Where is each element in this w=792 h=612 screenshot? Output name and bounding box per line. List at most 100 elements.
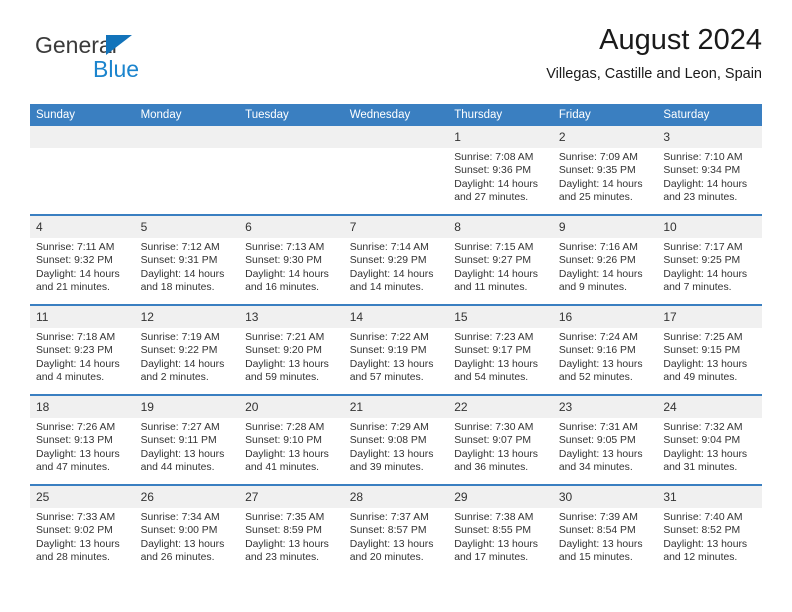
title-block: August 2024 Villegas, Castille and Leon,… [546, 22, 762, 84]
day-cell[interactable]: 21 Sunrise: 7:29 AM Sunset: 9:08 PM Dayl… [343, 394, 449, 485]
sunset-text: Sunset: 9:16 PM [558, 345, 636, 357]
day-details: Sunrise: 7:35 AM Sunset: 8:59 PM Dayligh… [239, 508, 344, 565]
sunrise-text: Sunrise: 7:29 AM [349, 422, 429, 433]
page-title: August 2024 [599, 24, 762, 56]
day-cell[interactable]: 1 Sunrise: 7:08 AM Sunset: 9:36 PM Dayli… [448, 126, 553, 215]
day-cell[interactable]: 23 Sunrise: 7:31 AM Sunset: 9:05 PM Dayl… [552, 394, 658, 485]
day-details: Sunrise: 7:22 AM Sunset: 9:19 PM Dayligh… [344, 328, 449, 385]
day-cell[interactable] [30, 126, 135, 215]
sunrise-text: Sunrise: 7:09 AM [558, 152, 638, 163]
sunrise-sunset-calendar: Sunday Monday Tuesday Wednesday Thursday… [30, 104, 762, 574]
sunset-text: Sunset: 9:00 PM [140, 525, 218, 537]
sunrise-text: Sunrise: 7:24 AM [558, 332, 638, 343]
generalblue-logo[interactable]: General Blue [35, 32, 225, 88]
weekday-header-friday: Friday [552, 104, 658, 126]
day-cell[interactable]: 19 Sunrise: 7:27 AM Sunset: 9:11 PM Dayl… [134, 394, 240, 485]
sunset-text: Sunset: 9:26 PM [558, 255, 636, 267]
day-cell[interactable]: 30 Sunrise: 7:39 AM Sunset: 8:54 PM Dayl… [552, 484, 658, 574]
day-cell[interactable]: 8 Sunrise: 7:15 AM Sunset: 9:27 PM Dayli… [448, 214, 553, 305]
day-cell[interactable]: 17 Sunrise: 7:25 AM Sunset: 9:15 PM Dayl… [657, 304, 762, 395]
sunset-text: Sunset: 9:13 PM [36, 435, 113, 447]
day-number: 30 [552, 486, 658, 508]
daylight-text: Daylight: 13 hours and 31 minutes. [663, 448, 748, 474]
day-cell[interactable]: 27 Sunrise: 7:35 AM Sunset: 8:59 PM Dayl… [239, 484, 344, 574]
day-details: Sunrise: 7:09 AM Sunset: 9:35 PM Dayligh… [553, 148, 658, 205]
daylight-text: Daylight: 14 hours and 4 minutes. [36, 358, 120, 384]
day-cell[interactable]: 7 Sunrise: 7:14 AM Sunset: 9:29 PM Dayli… [343, 214, 449, 305]
day-number: 10 [657, 216, 762, 238]
day-cell[interactable]: 26 Sunrise: 7:34 AM Sunset: 9:00 PM Dayl… [134, 484, 240, 574]
sunrise-text: Sunrise: 7:35 AM [245, 512, 325, 523]
sunrise-text: Sunrise: 7:13 AM [245, 242, 325, 253]
day-cell[interactable]: 12 Sunrise: 7:19 AM Sunset: 9:22 PM Dayl… [134, 304, 240, 395]
day-details: Sunrise: 7:32 AM Sunset: 9:04 PM Dayligh… [657, 418, 762, 475]
day-details [135, 148, 240, 151]
daylight-text: Daylight: 13 hours and 12 minutes. [663, 538, 748, 564]
day-cell[interactable]: 3 Sunrise: 7:10 AM Sunset: 9:34 PM Dayli… [657, 126, 762, 215]
day-number: 5 [134, 216, 240, 238]
sunrise-text: Sunrise: 7:10 AM [663, 152, 743, 163]
daylight-text: Daylight: 13 hours and 34 minutes. [558, 448, 643, 474]
day-details: Sunrise: 7:21 AM Sunset: 9:20 PM Dayligh… [239, 328, 344, 385]
daylight-text: Daylight: 13 hours and 47 minutes. [36, 448, 120, 474]
logo-text-general: General [35, 32, 117, 58]
day-cell[interactable]: 9 Sunrise: 7:16 AM Sunset: 9:26 PM Dayli… [552, 214, 658, 305]
day-cell[interactable]: 4 Sunrise: 7:11 AM Sunset: 9:32 PM Dayli… [30, 214, 135, 305]
day-number: 14 [343, 306, 449, 328]
week-row: 25 Sunrise: 7:33 AM Sunset: 9:02 PM Dayl… [30, 484, 762, 574]
daylight-text: Daylight: 13 hours and 54 minutes. [454, 358, 538, 384]
day-cell[interactable]: 28 Sunrise: 7:37 AM Sunset: 8:57 PM Dayl… [343, 484, 449, 574]
daylight-text: Daylight: 14 hours and 11 minutes. [454, 268, 538, 294]
day-cell[interactable]: 11 Sunrise: 7:18 AM Sunset: 9:23 PM Dayl… [30, 304, 135, 395]
day-cell[interactable]: 6 Sunrise: 7:13 AM Sunset: 9:30 PM Dayli… [239, 214, 344, 305]
day-cell[interactable]: 22 Sunrise: 7:30 AM Sunset: 9:07 PM Dayl… [448, 394, 553, 485]
sunset-text: Sunset: 9:10 PM [245, 435, 322, 447]
day-cell[interactable] [239, 126, 344, 215]
day-cell[interactable]: 10 Sunrise: 7:17 AM Sunset: 9:25 PM Dayl… [657, 214, 762, 305]
day-cell[interactable]: 31 Sunrise: 7:40 AM Sunset: 8:52 PM Dayl… [657, 484, 762, 574]
sunrise-text: Sunrise: 7:28 AM [245, 422, 325, 433]
day-cell[interactable]: 5 Sunrise: 7:12 AM Sunset: 9:31 PM Dayli… [134, 214, 240, 305]
day-cell[interactable]: 2 Sunrise: 7:09 AM Sunset: 9:35 PM Dayli… [552, 126, 658, 215]
daylight-text: Daylight: 13 hours and 44 minutes. [140, 448, 225, 474]
daylight-text: Daylight: 13 hours and 20 minutes. [349, 538, 434, 564]
day-number: 6 [239, 216, 344, 238]
day-cell[interactable] [134, 126, 240, 215]
day-cell[interactable]: 29 Sunrise: 7:38 AM Sunset: 8:55 PM Dayl… [448, 484, 553, 574]
day-number: 17 [657, 306, 762, 328]
daylight-text: Daylight: 13 hours and 41 minutes. [245, 448, 329, 474]
weekday-header-monday: Monday [134, 104, 240, 126]
sunrise-text: Sunrise: 7:34 AM [140, 512, 220, 523]
daylight-text: Daylight: 13 hours and 36 minutes. [454, 448, 538, 474]
sunset-text: Sunset: 9:05 PM [558, 435, 636, 447]
day-cell[interactable]: 18 Sunrise: 7:26 AM Sunset: 9:13 PM Dayl… [30, 394, 135, 485]
day-cell[interactable]: 16 Sunrise: 7:24 AM Sunset: 9:16 PM Dayl… [552, 304, 658, 395]
day-details [239, 148, 344, 151]
sunset-text: Sunset: 8:59 PM [245, 525, 322, 537]
day-details: Sunrise: 7:19 AM Sunset: 9:22 PM Dayligh… [135, 328, 240, 385]
day-cell[interactable]: 25 Sunrise: 7:33 AM Sunset: 9:02 PM Dayl… [30, 484, 135, 574]
day-details: Sunrise: 7:28 AM Sunset: 9:10 PM Dayligh… [239, 418, 344, 475]
day-details: Sunrise: 7:14 AM Sunset: 9:29 PM Dayligh… [344, 238, 449, 295]
day-number: 24 [657, 396, 762, 418]
sunset-text: Sunset: 9:17 PM [454, 345, 532, 357]
daylight-text: Daylight: 13 hours and 15 minutes. [558, 538, 643, 564]
day-number: 25 [30, 486, 135, 508]
day-details: Sunrise: 7:30 AM Sunset: 9:07 PM Dayligh… [448, 418, 553, 475]
daylight-text: Daylight: 13 hours and 23 minutes. [245, 538, 329, 564]
daylight-text: Daylight: 14 hours and 27 minutes. [454, 178, 538, 204]
daylight-text: Daylight: 14 hours and 18 minutes. [140, 268, 225, 294]
day-cell[interactable]: 13 Sunrise: 7:21 AM Sunset: 9:20 PM Dayl… [239, 304, 344, 395]
sunrise-text: Sunrise: 7:14 AM [349, 242, 429, 253]
day-cell[interactable]: 14 Sunrise: 7:22 AM Sunset: 9:19 PM Dayl… [343, 304, 449, 395]
day-cell[interactable]: 20 Sunrise: 7:28 AM Sunset: 9:10 PM Dayl… [239, 394, 344, 485]
day-details: Sunrise: 7:25 AM Sunset: 9:15 PM Dayligh… [657, 328, 762, 385]
day-details: Sunrise: 7:33 AM Sunset: 9:02 PM Dayligh… [30, 508, 135, 565]
sunset-text: Sunset: 9:35 PM [558, 165, 636, 177]
day-cell[interactable]: 24 Sunrise: 7:32 AM Sunset: 9:04 PM Dayl… [657, 394, 762, 485]
day-cell[interactable] [343, 126, 449, 215]
day-number: 16 [552, 306, 658, 328]
day-cell[interactable]: 15 Sunrise: 7:23 AM Sunset: 9:17 PM Dayl… [448, 304, 553, 395]
week-row: 11 Sunrise: 7:18 AM Sunset: 9:23 PM Dayl… [30, 304, 762, 395]
day-details: Sunrise: 7:34 AM Sunset: 9:00 PM Dayligh… [135, 508, 240, 565]
